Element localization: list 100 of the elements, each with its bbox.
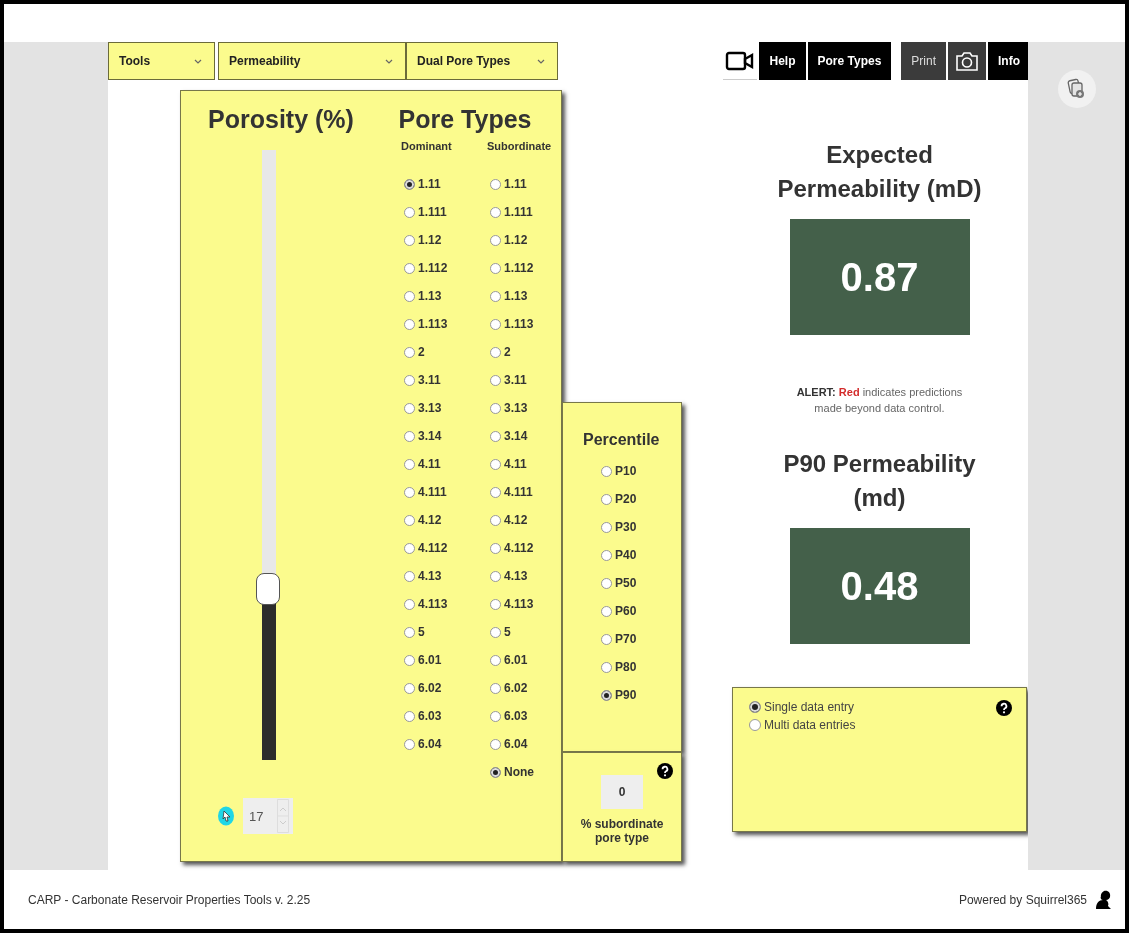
- percent-input[interactable]: 0: [601, 775, 643, 809]
- radio-button[interactable]: [601, 605, 612, 617]
- spinner-icon[interactable]: [277, 799, 290, 833]
- slider-thumb[interactable]: [256, 573, 280, 606]
- porosity-input[interactable]: 17: [243, 798, 293, 834]
- radio-button[interactable]: [490, 430, 501, 442]
- radio-button[interactable]: [490, 290, 501, 302]
- radio-button[interactable]: [404, 626, 415, 638]
- radio-button[interactable]: [601, 633, 612, 645]
- radio-button[interactable]: [490, 542, 501, 554]
- radio-button[interactable]: [601, 465, 612, 477]
- radio-button[interactable]: [404, 318, 415, 330]
- radio-label: Single data entry: [764, 700, 855, 715]
- dropdown-menu[interactable]: Dual Pore Types: [406, 42, 558, 80]
- radio-button[interactable]: [404, 430, 415, 442]
- radio-button[interactable]: [490, 178, 501, 190]
- radio-label: P90: [615, 688, 637, 702]
- radio-button[interactable]: [601, 549, 612, 561]
- radio-button[interactable]: [490, 234, 501, 246]
- radio-label: None: [504, 765, 534, 779]
- radio-button[interactable]: [490, 710, 501, 722]
- radio-button[interactable]: [404, 234, 415, 246]
- radio-button[interactable]: [404, 346, 415, 358]
- radio-label: P40: [615, 548, 637, 562]
- chevron-icon: [385, 58, 393, 64]
- radio-label: 3.13: [418, 401, 442, 415]
- radio-label: 1.113: [504, 317, 534, 331]
- radio-label: 1.111: [418, 205, 447, 219]
- radio-button[interactable]: [404, 514, 415, 526]
- radio-button[interactable]: [404, 570, 415, 582]
- radio-button[interactable]: [404, 542, 415, 554]
- radio-button[interactable]: [490, 654, 501, 666]
- radio-label: 3.13: [504, 401, 528, 415]
- radio-label: 3.14: [418, 429, 442, 443]
- radio-button[interactable]: [404, 486, 415, 498]
- radio-button[interactable]: [490, 570, 501, 582]
- radio-button[interactable]: [490, 766, 501, 778]
- radio-button[interactable]: [490, 626, 501, 638]
- radio-button[interactable]: [601, 493, 612, 505]
- radio-label: 3.14: [504, 429, 528, 443]
- radio-button[interactable]: [490, 318, 501, 330]
- radio-button[interactable]: [490, 738, 501, 750]
- radio-button[interactable]: [490, 458, 501, 470]
- radio-label: 4.111: [418, 485, 447, 499]
- column-header: Dominant: [401, 140, 453, 154]
- toolbar-button[interactable]: Help: [759, 42, 806, 80]
- radio-label: 6.04: [504, 737, 528, 751]
- radio-label: 6.01: [504, 653, 528, 667]
- radio-label: 6.04: [418, 737, 442, 751]
- radio-label: 4.11: [504, 457, 527, 471]
- radio-button[interactable]: [490, 374, 501, 386]
- radio-label: 1.13: [418, 289, 442, 303]
- footer-text: CARP - Carbonate Reservoir Properties Tools v. 2.25: [28, 892, 311, 907]
- toolbar-button[interactable]: Info: [988, 42, 1030, 80]
- radio-label: 1.112: [504, 261, 534, 275]
- radio-label: P60: [615, 604, 637, 618]
- radio-label: 5: [504, 625, 511, 639]
- radio-button[interactable]: [490, 262, 501, 274]
- dropdown-menu[interactable]: Tools: [108, 42, 215, 80]
- radio-button[interactable]: [490, 486, 501, 498]
- toolbar-button[interactable]: Pore Types: [807, 42, 892, 80]
- help-icon[interactable]: [657, 763, 673, 779]
- section-title: Percentile: [583, 431, 661, 449]
- help-icon[interactable]: [996, 700, 1012, 717]
- radio-button[interactable]: [404, 206, 415, 218]
- radio-button[interactable]: [404, 598, 415, 610]
- radio-button[interactable]: [490, 206, 501, 218]
- radio-button[interactable]: [490, 598, 501, 610]
- radio-button[interactable]: [601, 661, 612, 673]
- radio-button[interactable]: [601, 689, 612, 701]
- radio-button[interactable]: [490, 402, 501, 414]
- chevron-icon: [194, 58, 202, 64]
- radio-label: 1.11: [418, 177, 441, 191]
- radio-button[interactable]: [404, 738, 415, 750]
- copy-button[interactable]: [1057, 70, 1096, 108]
- radio-button[interactable]: [404, 290, 415, 302]
- radio-button[interactable]: [404, 654, 415, 666]
- radio-label: 1.111: [504, 205, 533, 219]
- radio-button[interactable]: [404, 710, 415, 722]
- result-title: Expected Permeability (mD): [776, 140, 983, 204]
- radio-button[interactable]: [601, 577, 612, 589]
- radio-button[interactable]: [404, 178, 415, 190]
- radio-button[interactable]: [601, 521, 612, 533]
- radio-label: P30: [615, 520, 637, 534]
- radio-label: 4.13: [418, 569, 442, 583]
- radio-button[interactable]: [490, 514, 501, 526]
- section-title: Pore Types: [398, 105, 532, 134]
- radio-label: 6.02: [418, 681, 442, 695]
- radio-button[interactable]: [749, 719, 761, 732]
- radio-button[interactable]: [490, 346, 501, 358]
- radio-button[interactable]: [749, 701, 761, 714]
- radio-button[interactable]: [404, 262, 415, 274]
- radio-label: 3.11: [418, 373, 441, 387]
- dropdown-menu[interactable]: Permeability: [218, 42, 406, 80]
- radio-button[interactable]: [404, 374, 415, 386]
- radio-button[interactable]: [490, 682, 501, 694]
- radio-label: 4.111: [504, 485, 533, 499]
- radio-button[interactable]: [404, 402, 415, 414]
- radio-button[interactable]: [404, 682, 415, 694]
- radio-button[interactable]: [404, 458, 415, 470]
